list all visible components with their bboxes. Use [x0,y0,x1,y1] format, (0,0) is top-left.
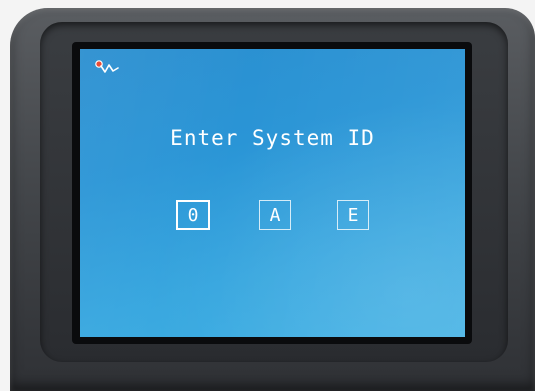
system-id-field-3[interactable]: E [337,200,369,230]
device-photo: Enter System ID 0 A E [0,0,535,391]
system-id-char-1: 0 [187,204,199,226]
connection-status-icon [95,60,119,73]
system-id-field-2[interactable]: A [259,200,291,230]
system-id-field-1[interactable]: 0 [176,200,210,230]
lcd-screen: Enter System ID 0 A E [80,49,465,337]
system-id-char-2: A [269,204,281,226]
page-title: Enter System ID [170,126,375,150]
system-id-char-3: E [347,204,359,226]
